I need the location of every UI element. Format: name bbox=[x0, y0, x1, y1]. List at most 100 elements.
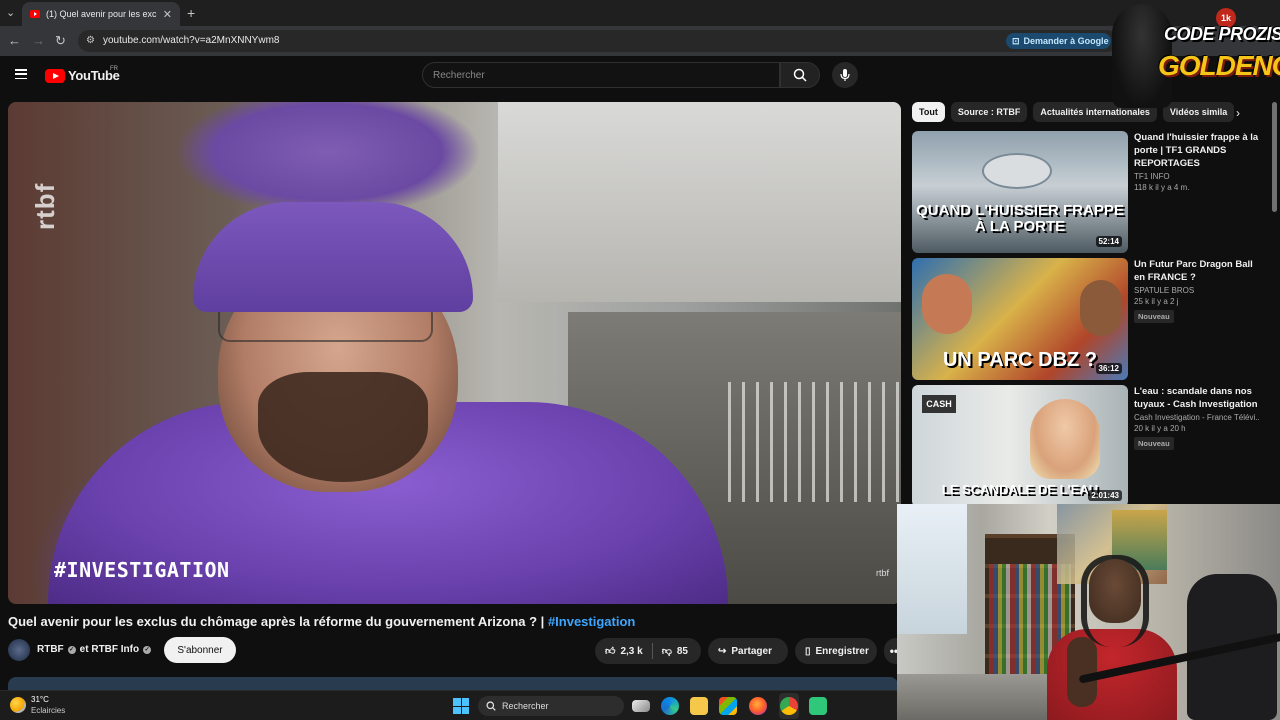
stream-overlay-logo: 1k CODE PROZIS GOLDENG bbox=[1108, 0, 1280, 110]
webcam-streamer bbox=[1047, 555, 1177, 720]
search-input[interactable]: Rechercher bbox=[422, 62, 780, 88]
channel-name[interactable]: RTBF bbox=[37, 644, 64, 655]
thumbnail-text: QUAND L'HUISSIER FRAPPE À LA PORTE bbox=[916, 202, 1124, 235]
search-icon bbox=[486, 701, 496, 711]
tab-list-icon[interactable]: ⌄ bbox=[6, 6, 15, 19]
verified-icon: ✓ bbox=[67, 645, 76, 654]
share-icon: ↪ bbox=[718, 645, 727, 657]
overlay-logo-line1: CODE PROZIS bbox=[1164, 24, 1280, 44]
recommendation-info: L'eau : scandale dans nos tuyaux - Cash … bbox=[1134, 385, 1260, 451]
recommendation-info: Quand l'huissier frappe à la porte | TF1… bbox=[1134, 131, 1260, 192]
recommendation-item[interactable]: UN PARC DBZ ? 36:12 Un Futur Parc Dragon… bbox=[912, 258, 1262, 380]
webcam-desk bbox=[897, 674, 1057, 720]
weather-temperature[interactable]: 31°C bbox=[31, 695, 49, 704]
recommendation-thumbnail[interactable]: CASH LE SCANDALE DE L'EAU 2:01:43 bbox=[912, 385, 1128, 507]
address-bar[interactable]: ⚙ youtube.com/watch?v=a2MnXNNYwm8 bbox=[78, 30, 1118, 52]
browser-tab-active[interactable]: (1) Quel avenir pour les exclus du chôma… bbox=[22, 2, 180, 26]
overlay-logo-line2: GOLDENG bbox=[1158, 50, 1280, 81]
chip-all[interactable]: Tout bbox=[912, 102, 945, 122]
forward-icon[interactable]: → bbox=[32, 33, 45, 48]
recommendation-title[interactable]: Quand l'huissier frappe à la porte | TF1… bbox=[1134, 131, 1260, 170]
chrome-icon[interactable] bbox=[780, 697, 798, 715]
description-box[interactable] bbox=[8, 677, 898, 691]
investigation-watermark: #INVESTIGATION bbox=[54, 558, 230, 582]
sidebar-scrollbar[interactable] bbox=[1272, 102, 1277, 212]
video-frame-railing bbox=[728, 382, 901, 502]
search-icon bbox=[793, 68, 807, 82]
channel-avatar[interactable] bbox=[8, 639, 30, 661]
recommendation-channel[interactable]: TF1 INFO bbox=[1134, 172, 1260, 181]
thumbs-up-icon[interactable]: 👍︎ bbox=[605, 645, 615, 657]
recommendation-title[interactable]: Un Futur Parc Dragon Ball en FRANCE ? bbox=[1134, 258, 1260, 284]
recommendation-channel[interactable]: Cash Investigation - France Télévi... bbox=[1134, 413, 1260, 422]
youtube-play-icon bbox=[45, 68, 65, 83]
dislike-count[interactable]: 85 bbox=[677, 646, 688, 657]
person-right bbox=[1080, 280, 1122, 336]
verified-icon: ✓ bbox=[143, 645, 152, 654]
video-duration: 2:01:43 bbox=[1088, 490, 1122, 501]
recommendation-thumbnail[interactable]: QUAND L'HUISSIER FRAPPE À LA PORTE 52:14 bbox=[912, 131, 1128, 253]
youtube-logo[interactable]: YouTube bbox=[45, 68, 120, 83]
video-duration: 36:12 bbox=[1095, 363, 1122, 374]
close-tab-icon[interactable]: ✕ bbox=[163, 8, 172, 21]
recommendation-item[interactable]: QUAND L'HUISSIER FRAPPE À LA PORTE 52:14… bbox=[912, 131, 1262, 253]
task-view-icon[interactable] bbox=[632, 700, 650, 712]
subscribe-button[interactable]: S'abonner bbox=[164, 637, 236, 663]
channel-collab-name[interactable]: et RTBF Info bbox=[80, 644, 139, 655]
webcam-overlay bbox=[897, 504, 1280, 720]
like-dislike-group: 👍︎ 2,3 k 👎︎ 85 bbox=[595, 638, 701, 664]
like-count[interactable]: 2,3 k bbox=[620, 646, 642, 657]
bookmark-icon: ▯ bbox=[805, 645, 811, 657]
video-title: Quel avenir pour les exclus du chômage a… bbox=[8, 614, 635, 629]
file-explorer-icon[interactable] bbox=[690, 697, 708, 715]
edge-icon[interactable] bbox=[661, 697, 679, 715]
voice-search-button[interactable] bbox=[832, 62, 858, 88]
app-icon-green[interactable] bbox=[809, 697, 827, 715]
firefox-icon[interactable] bbox=[749, 697, 767, 715]
streamer-head bbox=[1089, 559, 1141, 623]
thumbs-down-icon[interactable]: 👎︎ bbox=[662, 645, 672, 657]
video-player[interactable]: rtbf #INVESTIGATION rtbf bbox=[8, 102, 901, 604]
rtbf-corner-watermark: rtbf bbox=[875, 568, 889, 578]
cash-logo: CASH bbox=[922, 395, 956, 413]
recommendation-channel[interactable]: SPATULE BROS bbox=[1134, 286, 1260, 295]
recommendation-item[interactable]: CASH LE SCANDALE DE L'EAU 2:01:43 L'eau … bbox=[912, 385, 1262, 507]
weather-description[interactable]: Eclaircies bbox=[31, 706, 65, 715]
share-button[interactable]: ↪ Partager bbox=[708, 638, 788, 664]
url-text[interactable]: youtube.com/watch?v=a2MnXNNYwm8 bbox=[103, 35, 279, 46]
store-icon[interactable] bbox=[719, 697, 737, 715]
back-icon[interactable]: ← bbox=[8, 33, 21, 48]
commissaire-sign bbox=[982, 153, 1052, 189]
video-duration: 52:14 bbox=[1095, 236, 1122, 247]
search-placeholder: Rechercher bbox=[433, 70, 485, 81]
video-frame-cap bbox=[193, 202, 473, 312]
webcam-window bbox=[897, 504, 967, 634]
recommendation-meta: 118 k il y a 4 m. bbox=[1134, 183, 1190, 192]
weather-icon[interactable] bbox=[10, 697, 26, 713]
taskbar-search[interactable]: Rechercher bbox=[478, 696, 624, 716]
video-hashtag-link[interactable]: #Investigation bbox=[548, 614, 635, 629]
video-title-text: Quel avenir pour les exclus du chômage a… bbox=[8, 614, 545, 629]
new-badge: Nouveau bbox=[1134, 437, 1174, 450]
site-info-icon[interactable]: ⚙ bbox=[86, 35, 95, 46]
menu-icon[interactable] bbox=[15, 69, 27, 79]
reload-icon[interactable]: ↻ bbox=[55, 33, 66, 49]
browser-tab-bar: ⌄ (1) Quel avenir pour les exclus du chô… bbox=[0, 0, 1280, 26]
search-button[interactable] bbox=[780, 62, 820, 88]
lens-icon: ⊡ bbox=[1012, 35, 1020, 46]
microphone-icon bbox=[840, 69, 850, 81]
save-button[interactable]: ▯ Enregistrer bbox=[795, 638, 877, 664]
save-label: Enregistrer bbox=[815, 645, 869, 657]
recommendation-title[interactable]: L'eau : scandale dans nos tuyaux - Cash … bbox=[1134, 385, 1260, 411]
recommendation-thumbnail[interactable]: UN PARC DBZ ? 36:12 bbox=[912, 258, 1128, 380]
youtube-favicon-icon bbox=[30, 10, 40, 18]
windows-start-icon[interactable] bbox=[453, 698, 469, 714]
rtbf-watermark: rtbf bbox=[30, 182, 60, 230]
like-divider bbox=[651, 643, 653, 659]
new-tab-icon[interactable]: + bbox=[187, 5, 195, 21]
taskbar-search-label: Rechercher bbox=[502, 701, 549, 711]
chip-source[interactable]: Source : RTBF bbox=[950, 102, 1028, 122]
ask-google-button[interactable]: ⊡ Demander à Google bbox=[1006, 33, 1111, 49]
channel-names[interactable]: RTBF ✓ et RTBF Info ✓ bbox=[37, 644, 152, 655]
person-left bbox=[922, 274, 972, 334]
